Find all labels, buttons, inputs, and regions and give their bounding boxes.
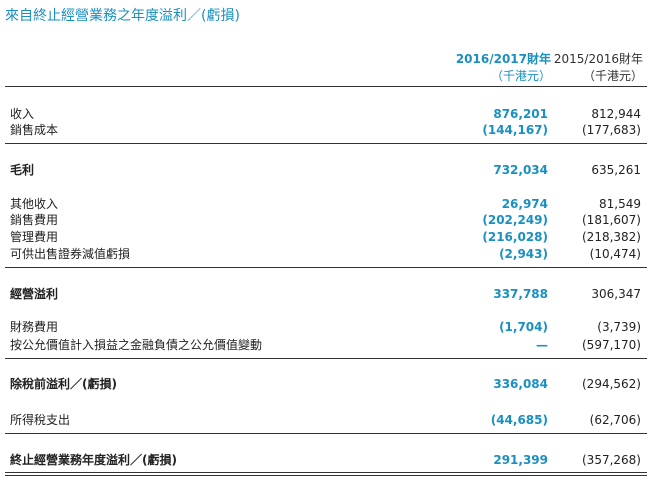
table-row: 除稅前溢利／(虧損) 336,084 (294,562) bbox=[10, 376, 641, 392]
table-row: 財務費用 (1,704) (3,739) bbox=[10, 319, 641, 335]
row-label: 所得稅支出 bbox=[10, 413, 71, 427]
table-row: 管理費用 (216,028) (218,382) bbox=[10, 229, 641, 245]
divider bbox=[5, 472, 647, 473]
table-row: 按公允價值計入損益之金融負債之公允價值變動 — (597,170) bbox=[10, 337, 641, 353]
current-value: 291,399 bbox=[493, 453, 548, 467]
prior-value: (218,382) bbox=[582, 230, 641, 244]
current-value: (44,685) bbox=[490, 413, 548, 427]
divider bbox=[5, 267, 647, 268]
current-value: 732,034 bbox=[493, 163, 548, 177]
divider bbox=[5, 475, 647, 476]
table-row: 經營溢利 337,788 306,347 bbox=[10, 286, 641, 302]
header-current-unit: （千港元） bbox=[490, 69, 551, 83]
table-row: 毛利 732,034 635,261 bbox=[10, 162, 641, 178]
current-value: 337,788 bbox=[493, 287, 548, 301]
row-label: 管理費用 bbox=[10, 230, 59, 244]
row-label: 收入 bbox=[10, 107, 35, 121]
table-row: 所得稅支出 (44,685) (62,706) bbox=[10, 412, 641, 428]
header-prior-unit: （千港元） bbox=[582, 69, 643, 83]
prior-value: 81,549 bbox=[599, 197, 641, 211]
current-value: — bbox=[536, 338, 548, 352]
current-value: (1,704) bbox=[499, 320, 548, 334]
row-label: 終止經營業務年度溢利／(虧損) bbox=[10, 453, 177, 467]
row-label: 毛利 bbox=[10, 163, 35, 177]
table-row: 銷售費用 (202,249) (181,607) bbox=[10, 212, 641, 228]
row-label: 財務費用 bbox=[10, 320, 59, 334]
current-value: (216,028) bbox=[482, 230, 548, 244]
table-row: 其他收入 26,974 81,549 bbox=[10, 196, 641, 212]
current-value: 26,974 bbox=[501, 197, 548, 211]
prior-value: (294,562) bbox=[582, 377, 641, 391]
table-row: 銷售成本 (144,167) (177,683) bbox=[10, 122, 641, 138]
header-prior-year: 2015/2016財年 bbox=[553, 52, 643, 66]
row-label: 除稅前溢利／(虧損) bbox=[10, 377, 117, 391]
current-value: (144,167) bbox=[482, 123, 548, 137]
prior-value: 812,944 bbox=[591, 107, 641, 121]
header-current-year: 2016/2017財年 bbox=[455, 52, 551, 66]
divider bbox=[5, 86, 647, 87]
divider bbox=[5, 433, 647, 434]
current-value: 876,201 bbox=[493, 107, 548, 121]
prior-value: (181,607) bbox=[582, 213, 641, 227]
row-label: 銷售費用 bbox=[10, 213, 59, 227]
prior-value: (10,474) bbox=[589, 247, 641, 261]
row-label: 其他收入 bbox=[10, 197, 59, 211]
table-row: 可供出售證券減值虧損 (2,943) (10,474) bbox=[10, 246, 641, 262]
row-label: 銷售成本 bbox=[10, 123, 59, 137]
row-label: 按公允價值計入損益之金融負債之公允價值變動 bbox=[10, 338, 263, 352]
prior-value: (3,739) bbox=[597, 320, 641, 334]
prior-value: (357,268) bbox=[582, 453, 641, 467]
divider bbox=[5, 143, 647, 144]
row-label: 可供出售證券減值虧損 bbox=[10, 247, 131, 261]
prior-value: (177,683) bbox=[582, 123, 641, 137]
prior-value: (62,706) bbox=[589, 413, 641, 427]
current-value: 336,084 bbox=[493, 377, 548, 391]
divider bbox=[5, 358, 647, 359]
row-label: 經營溢利 bbox=[10, 287, 59, 301]
prior-value: 306,347 bbox=[591, 287, 641, 301]
prior-value: (597,170) bbox=[582, 338, 641, 352]
table-row: 收入 876,201 812,944 bbox=[10, 106, 641, 122]
prior-value: 635,261 bbox=[591, 163, 641, 177]
page-title: 來自終止經營業務之年度溢利／(虧損) bbox=[5, 8, 240, 24]
table-row: 終止經營業務年度溢利／(虧損) 291,399 (357,268) bbox=[10, 452, 641, 468]
current-value: (202,249) bbox=[482, 213, 548, 227]
current-value: (2,943) bbox=[499, 247, 548, 261]
